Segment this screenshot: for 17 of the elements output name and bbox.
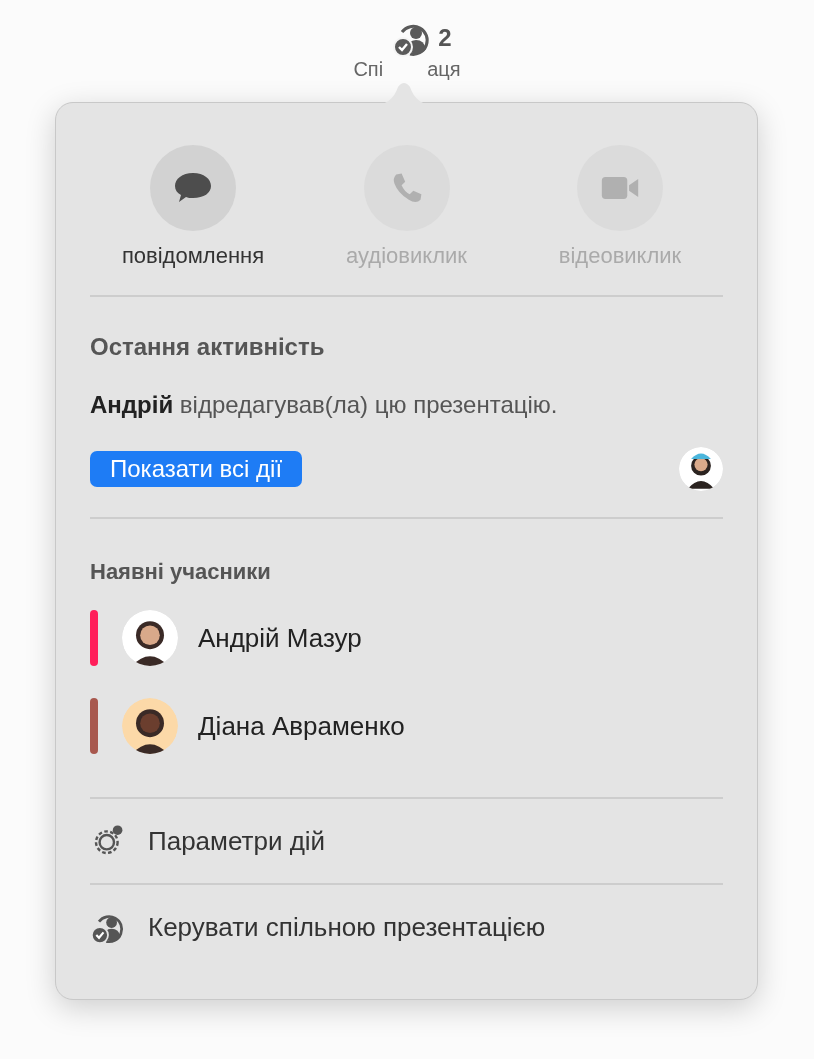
- section-heading: Остання активність: [90, 333, 326, 361]
- action-label: повідомлення: [121, 243, 265, 269]
- participant-name: Андрій Мазур: [198, 622, 362, 654]
- participant-name: Діана Авраменко: [198, 710, 405, 742]
- avatar-icon: [122, 610, 178, 666]
- toolbar-label: Спі: [353, 58, 384, 81]
- toolbar-label: аця: [427, 58, 461, 81]
- avatar-icon: [679, 447, 723, 491]
- section-heading: Наявні учасники: [90, 559, 272, 585]
- menu-item[interactable]: Параметри дій: [90, 799, 723, 883]
- activity-text: Андрій відредагував(ла) цю презентацію.: [90, 391, 559, 419]
- avatar-icon: [122, 698, 178, 754]
- action-label: відеовиклик: [558, 243, 682, 269]
- action-label: аудіовиклик: [346, 243, 467, 269]
- show-all-button[interactable]: Показати всі дії: [90, 451, 303, 487]
- menu-item[interactable]: Керувати спільною презентацією: [90, 885, 723, 969]
- participant-count: 2: [438, 24, 452, 52]
